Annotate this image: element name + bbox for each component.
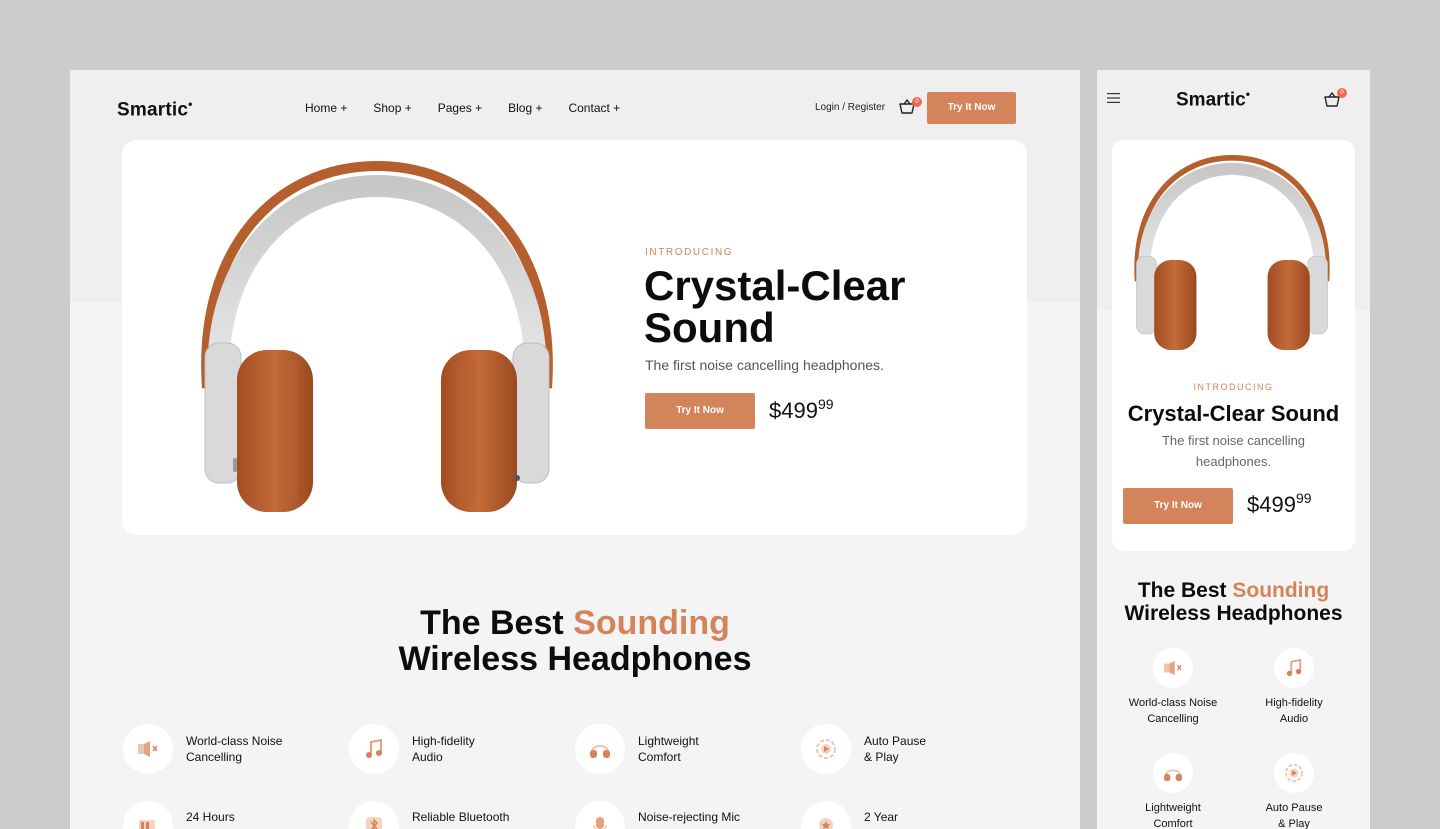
play-circle-icon	[801, 724, 851, 774]
mobile-hero-price: $49999	[1247, 490, 1312, 517]
feature-noise-cancelling: World-class Noise Cancelling	[123, 724, 282, 774]
features-section-title: The Best Sounding Wireless Headphones	[398, 604, 752, 678]
headphones-image	[201, 160, 553, 512]
mobile-preview: Smartic• 0 INTRODUCING Crystal-Clear Sou…	[1097, 70, 1370, 829]
main-nav: Home + Shop + Pages + Blog + Contact +	[305, 101, 620, 115]
mobile-hero-card: INTRODUCING Crystal-Clear Sound The firs…	[1112, 140, 1355, 551]
feature-warranty: 2 Year	[801, 801, 898, 829]
mobile-hero-subtitle: The first noise cancelling headphones.	[1161, 433, 1306, 469]
mobile-feature-lightweight: Lightweight Comfort	[1113, 753, 1233, 829]
mobile-feature-hifi: High-fidelity Audio	[1234, 648, 1354, 727]
nav-home[interactable]: Home +	[305, 101, 347, 115]
header-try-button[interactable]: Try It Now	[927, 92, 1016, 124]
nav-contact[interactable]: Contact +	[568, 101, 620, 115]
feature-lightweight: Lightweight Comfort	[575, 724, 699, 774]
nav-blog[interactable]: Blog +	[508, 101, 542, 115]
speaker-mute-icon	[1153, 648, 1193, 688]
mobile-hero-eyebrow: INTRODUCING	[1193, 382, 1274, 392]
desktop-preview: Smartic• Home + Shop + Pages + Blog + Co…	[70, 70, 1080, 829]
mobile-headphones-image	[1134, 155, 1330, 351]
hero-eyebrow: INTRODUCING	[645, 247, 734, 258]
mobile-hero-title: Crystal-Clear Sound	[1127, 401, 1340, 426]
mobile-hero-try-button[interactable]: Try It Now	[1123, 488, 1233, 524]
bluetooth-icon	[349, 801, 399, 829]
speaker-mute-icon	[123, 724, 173, 774]
music-note-icon	[1274, 648, 1314, 688]
feature-bluetooth: Reliable Bluetooth	[349, 801, 509, 829]
mobile-feature-noise: World-class Noise Cancelling	[1113, 648, 1233, 727]
feature-battery: 24 Hours	[123, 801, 235, 829]
play-circle-icon	[1274, 753, 1314, 793]
mobile-feature-auto-pause: Auto Pause & Play	[1234, 753, 1354, 829]
logo[interactable]: Smartic•	[117, 97, 193, 121]
hero-price: $49999	[769, 396, 834, 423]
nav-pages[interactable]: Pages +	[438, 101, 482, 115]
warranty-badge-icon	[801, 801, 851, 829]
cart-count-badge: 0	[912, 97, 922, 107]
menu-icon[interactable]	[1107, 92, 1120, 104]
feature-mic: Noise-rejecting Mic	[575, 801, 740, 829]
mobile-cart-count-badge: 0	[1337, 88, 1347, 98]
hero-subtitle: The first noise cancelling headphones.	[645, 357, 884, 373]
login-register-link[interactable]: Login / Register	[815, 102, 885, 113]
feature-auto-pause: Auto Pause & Play	[801, 724, 926, 774]
mobile-features-title: The Best Sounding Wireless Headphones	[1124, 579, 1343, 625]
hero-try-button[interactable]: Try It Now	[645, 393, 755, 429]
battery-icon	[123, 801, 173, 829]
hero-card: INTRODUCING Crystal-Clear Sound The firs…	[122, 140, 1027, 535]
headphones-icon	[1153, 753, 1193, 793]
headphones-icon	[575, 724, 625, 774]
mobile-logo[interactable]: Smartic•	[1176, 87, 1250, 111]
microphone-icon	[575, 801, 625, 829]
music-note-icon	[349, 724, 399, 774]
nav-shop[interactable]: Shop +	[373, 101, 411, 115]
hero-title: Crystal-Clear Sound	[644, 262, 906, 351]
feature-hifi-audio: High-fidelity Audio	[349, 724, 475, 774]
